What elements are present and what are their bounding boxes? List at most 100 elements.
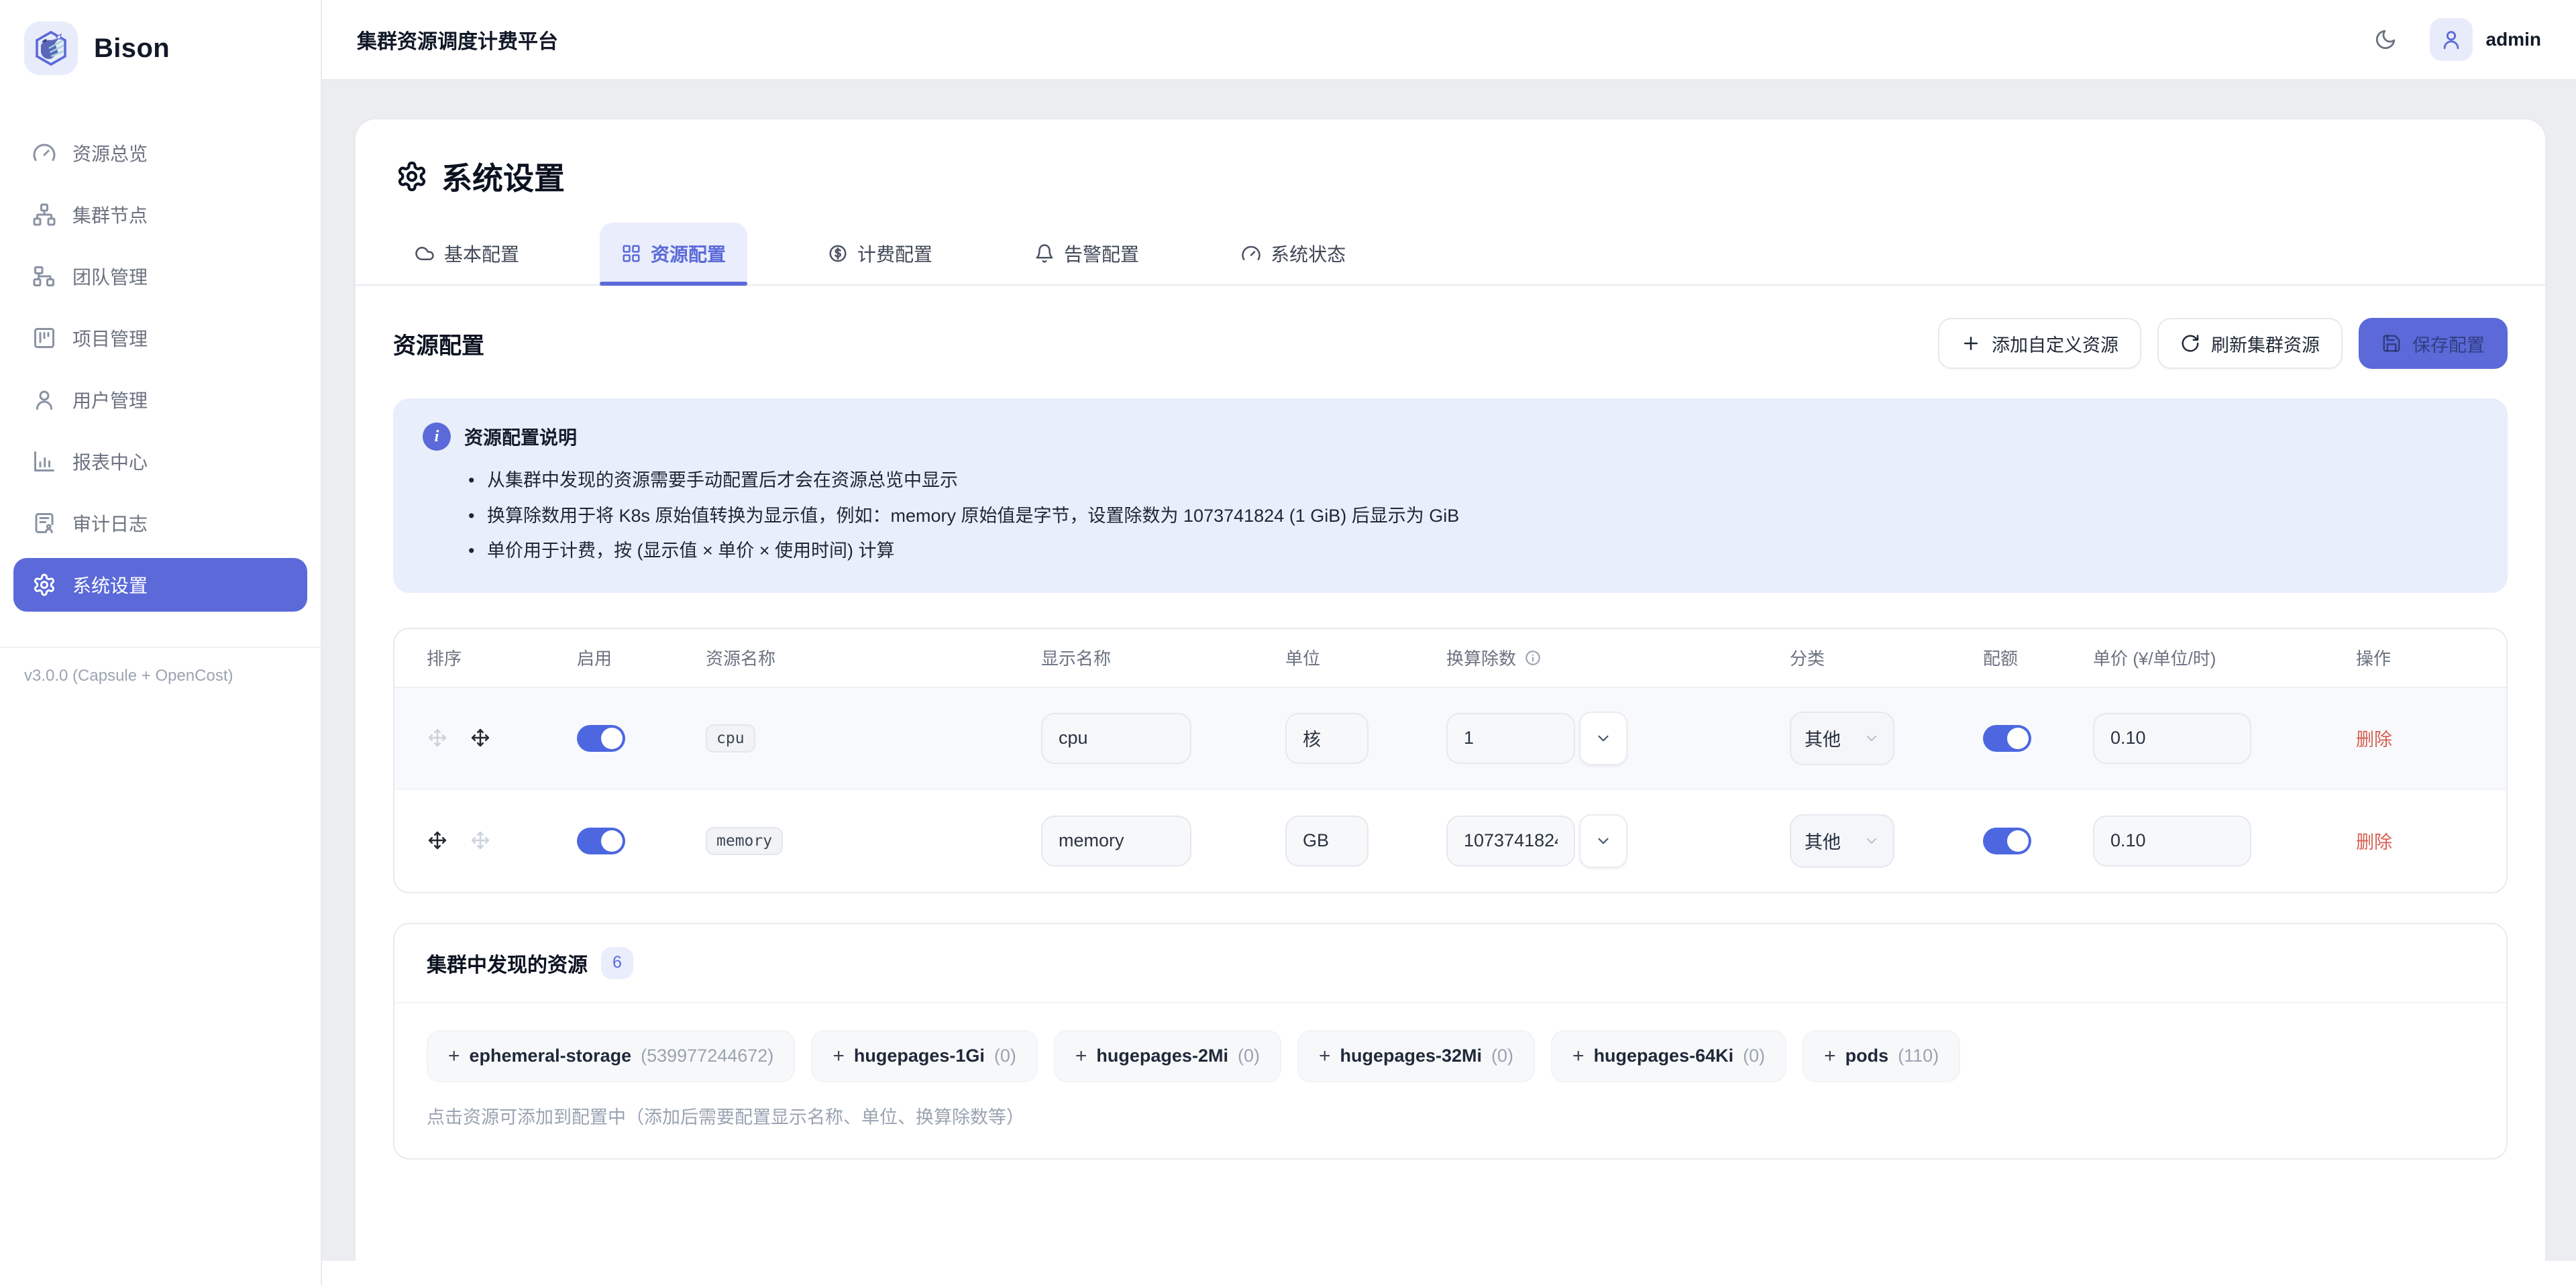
sidebar: Bison 资源总览 集群节点 团队管理 项目管理 用户管理 <box>0 0 322 1285</box>
plus-icon: + <box>448 1046 460 1066</box>
col-header-quota: 配额 <box>1983 645 2093 670</box>
tab-billing-config[interactable]: 计费配置 <box>806 223 954 284</box>
save-config-button[interactable]: 保存配置 <box>2359 318 2508 369</box>
enabled-toggle[interactable] <box>577 828 625 854</box>
divisor-input[interactable] <box>1446 713 1575 764</box>
col-header-price: 单价 (¥/单位/时) <box>2093 645 2356 670</box>
bison-logo-icon <box>24 21 78 75</box>
resource-chip-hugepages-2mi[interactable]: + hugepages-2Mi (0) <box>1054 1030 1281 1082</box>
page-title: 系统设置 <box>393 154 2508 199</box>
sidebar-item-project-management[interactable]: 项目管理 <box>13 311 307 365</box>
resource-chip-hugepages-64ki[interactable]: + hugepages-64Ki (0) <box>1551 1030 1786 1082</box>
chip-count: (539977244672) <box>641 1046 773 1066</box>
sidebar-item-audit-log[interactable]: 审计日志 <box>13 496 307 550</box>
info-box-title: 资源配置说明 <box>464 423 577 450</box>
sidebar-nav: 资源总览 集群节点 团队管理 项目管理 用户管理 报表中心 <box>0 97 321 628</box>
display-name-input[interactable] <box>1041 713 1191 764</box>
move-up-button[interactable] <box>427 830 448 852</box>
col-header-label: 换算除数 <box>1446 645 1516 670</box>
refresh-cluster-resources-button[interactable]: 刷新集群资源 <box>2157 318 2343 369</box>
col-header-display-name: 显示名称 <box>1041 645 1285 670</box>
sidebar-item-cluster-nodes[interactable]: 集群节点 <box>13 188 307 241</box>
dark-mode-toggle[interactable] <box>2365 19 2406 60</box>
discovered-body: + ephemeral-storage (539977244672) + hug… <box>394 1003 2506 1158</box>
move-down-button[interactable] <box>470 830 491 852</box>
enabled-cell <box>577 725 706 752</box>
delete-row-button[interactable]: 删除 <box>2356 828 2392 854</box>
user-icon <box>32 388 56 412</box>
discovered-title: 集群中发现的资源 <box>427 948 588 978</box>
sidebar-item-report-center[interactable]: 报表中心 <box>13 435 307 488</box>
move-icon <box>427 830 447 850</box>
discovered-header: 集群中发现的资源 6 <box>394 924 2506 1003</box>
sidebar-item-label: 报表中心 <box>72 448 148 475</box>
sidebar-item-resource-overview[interactable]: 资源总览 <box>13 126 307 180</box>
chip-name: hugepages-32Mi <box>1340 1046 1482 1066</box>
sort-cell <box>427 830 577 852</box>
display-name-cell <box>1041 713 1285 764</box>
divisor-preset-dropdown[interactable] <box>1579 814 1627 868</box>
category-select[interactable]: 其他 <box>1790 712 1894 765</box>
sidebar-item-system-settings[interactable]: 系统设置 <box>13 558 307 612</box>
gauge-icon <box>32 141 56 165</box>
plus-icon: + <box>833 1046 845 1066</box>
chevron-down-icon <box>1595 730 1612 747</box>
topbar: 集群资源调度计费平台 admin <box>322 0 2576 80</box>
tab-label: 告警配置 <box>1064 240 1139 267</box>
col-header-category: 分类 <box>1790 645 1983 670</box>
divisor-preset-dropdown[interactable] <box>1579 712 1627 765</box>
divisor-input[interactable] <box>1446 816 1575 867</box>
resource-chip-hugepages-32mi[interactable]: + hugepages-32Mi (0) <box>1297 1030 1535 1082</box>
quota-toggle[interactable] <box>1983 828 2031 854</box>
unit-input[interactable] <box>1285 816 1368 867</box>
move-down-button[interactable] <box>470 728 491 749</box>
table-row: memory <box>394 790 2506 892</box>
price-input[interactable] <box>2093 816 2251 867</box>
topbar-actions: admin <box>2365 18 2541 61</box>
section-title: 资源配置 <box>393 327 484 360</box>
resource-chip-hugepages-1gi[interactable]: + hugepages-1Gi (0) <box>811 1030 1038 1082</box>
table-header-row: 排序 启用 资源名称 显示名称 单位 换算除数 分类 配额 单价 (¥/单位/时… <box>394 629 2506 688</box>
platform-title: 集群资源调度计费平台 <box>357 25 558 54</box>
price-cell <box>2093 816 2356 867</box>
scroll-end-strip <box>322 1261 2576 1285</box>
bell-icon <box>1034 243 1055 264</box>
chip-name: hugepages-2Mi <box>1096 1046 1228 1066</box>
col-header-resource-name: 资源名称 <box>706 645 1041 670</box>
tab-system-status[interactable]: 系统状态 <box>1220 223 1367 284</box>
resource-config-header: 资源配置 添加自定义资源 刷新集群资源 保存配置 <box>393 318 2508 369</box>
resource-chip-pods[interactable]: + pods (110) <box>1803 1030 1960 1082</box>
system-settings-card: 系统设置 基本配置 资源配置 计费配置 <box>354 118 2546 1279</box>
category-cell: 其他 <box>1790 712 1983 765</box>
sidebar-item-label: 资源总览 <box>72 139 148 166</box>
info-circle-icon <box>1524 649 1542 667</box>
tab-resource-config[interactable]: 资源配置 <box>600 223 747 284</box>
resource-chip-ephemeral-storage[interactable]: + ephemeral-storage (539977244672) <box>427 1030 795 1082</box>
display-name-input[interactable] <box>1041 816 1191 867</box>
user-menu[interactable]: admin <box>2430 18 2541 61</box>
tab-alert-config[interactable]: 告警配置 <box>1013 223 1161 284</box>
kanban-icon <box>32 326 56 350</box>
plus-icon: + <box>1824 1046 1836 1066</box>
plus-icon: + <box>1319 1046 1331 1066</box>
move-icon <box>427 728 447 748</box>
enabled-toggle[interactable] <box>577 725 625 752</box>
resource-name-badge: memory <box>706 827 783 855</box>
sidebar-item-user-management[interactable]: 用户管理 <box>13 373 307 427</box>
chip-count: (0) <box>994 1046 1016 1066</box>
gauge-icon <box>1241 243 1261 264</box>
resource-name-cell: cpu <box>706 724 1041 752</box>
move-up-button[interactable] <box>427 728 448 749</box>
add-custom-resource-button[interactable]: 添加自定义资源 <box>1938 318 2141 369</box>
sidebar-item-team-management[interactable]: 团队管理 <box>13 249 307 303</box>
discovered-resources-card: 集群中发现的资源 6 + ephemeral-storage (53997724… <box>393 923 2508 1160</box>
category-select[interactable]: 其他 <box>1790 814 1894 868</box>
unit-input[interactable] <box>1285 713 1368 764</box>
quota-toggle[interactable] <box>1983 725 2031 752</box>
quota-cell <box>1983 828 2093 854</box>
resource-name-cell: memory <box>706 826 1041 855</box>
moon-icon <box>2374 28 2397 51</box>
price-input[interactable] <box>2093 713 2251 764</box>
delete-row-button[interactable]: 删除 <box>2356 725 2392 751</box>
tab-basic-config[interactable]: 基本配置 <box>393 223 541 284</box>
